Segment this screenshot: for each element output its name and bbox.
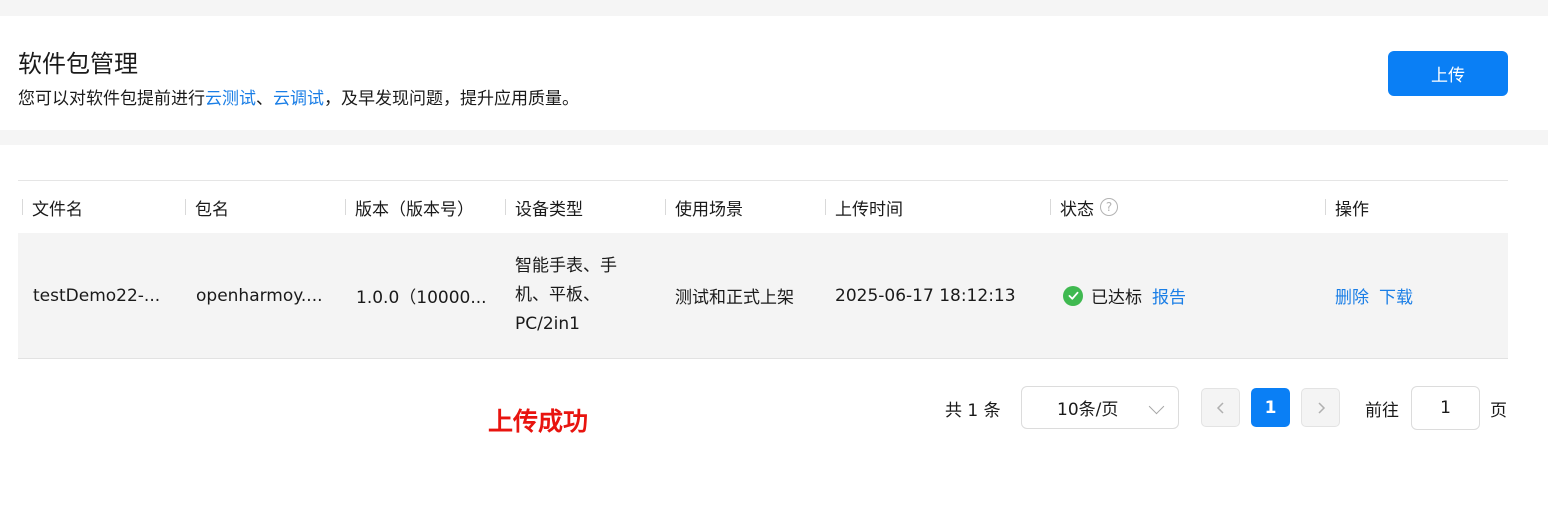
page-title: 软件包管理 <box>18 50 138 78</box>
chevron-left-icon <box>1216 401 1224 414</box>
page-size-value: 10条/页 <box>1057 400 1119 420</box>
delete-link[interactable]: 删除 <box>1335 283 1369 308</box>
goto-unit: 页 <box>1490 400 1507 421</box>
device-type-line: PC/2in1 <box>515 314 580 334</box>
cell-actions: 删除 下载 <box>1335 233 1413 358</box>
check-circle-icon <box>1063 285 1083 306</box>
cloud-test-link[interactable]: 云测试 <box>205 89 256 109</box>
upload-button[interactable]: 上传 <box>1388 51 1508 96</box>
top-background-strip <box>0 0 1548 16</box>
goto-label: 前往 <box>1365 400 1399 421</box>
cloud-debug-link[interactable]: 云调试 <box>273 89 324 109</box>
column-header-scenario: 使用场景 <box>665 181 743 233</box>
package-table: 文件名 包名 版本（版本号） 设备类型 使用场景 上传时间 状态? 操作 tes… <box>18 180 1508 359</box>
cell-file-name: testDemo22-... <box>33 285 161 306</box>
column-header-actions: 操作 <box>1325 181 1369 233</box>
download-link[interactable]: 下载 <box>1379 283 1413 308</box>
page-size-select[interactable]: 10条/页 <box>1021 386 1179 429</box>
report-link[interactable]: 报告 <box>1152 283 1186 308</box>
cell-version: 1.0.0（10000... <box>356 288 487 308</box>
subtitle-suffix: ，及早发现问题，提升应用质量。 <box>324 89 579 109</box>
column-header-device-type: 设备类型 <box>505 181 583 233</box>
pagination-total: 共 1 条 <box>945 400 1001 421</box>
column-header-upload-time: 上传时间 <box>825 181 903 233</box>
upload-success-message: 上传成功 <box>488 407 589 436</box>
chevron-right-icon <box>1317 401 1325 414</box>
device-type-line: 机、平板、 <box>515 285 600 305</box>
goto-page-input[interactable] <box>1411 386 1480 430</box>
cell-status: 已达标 报告 <box>1063 233 1186 358</box>
cell-upload-time: 2025-06-17 18:12:13 <box>835 285 1016 306</box>
column-header-status: 状态? <box>1050 181 1118 233</box>
chevron-down-icon <box>1148 398 1165 415</box>
column-header-file-name: 文件名 <box>22 181 83 233</box>
subtitle-separator: 、 <box>256 89 273 109</box>
cell-device-type: 智能手表、手 机、平板、 PC/2in1 <box>515 233 645 358</box>
device-type-line: 智能手表、手 <box>515 256 617 276</box>
status-text: 已达标 <box>1091 288 1142 308</box>
subtitle-prefix: 您可以对软件包提前进行 <box>18 89 205 109</box>
prev-page-button[interactable] <box>1201 388 1240 427</box>
column-header-package-name: 包名 <box>185 181 229 233</box>
question-circle-icon[interactable]: ? <box>1100 198 1118 216</box>
cell-scenario: 测试和正式上架 <box>675 288 794 308</box>
table-header: 文件名 包名 版本（版本号） 设备类型 使用场景 上传时间 状态? 操作 <box>18 180 1508 233</box>
cell-package-name: openharmoy.... <box>196 285 323 306</box>
column-header-version: 版本（版本号） <box>345 181 474 233</box>
page-number-button[interactable]: 1 <box>1251 388 1290 427</box>
section-divider <box>0 130 1548 145</box>
next-page-button[interactable] <box>1301 388 1340 427</box>
page-subtitle: 您可以对软件包提前进行云测试、云调试，及早发现问题，提升应用质量。 <box>18 84 579 109</box>
page-header <box>0 16 1548 130</box>
table-row: testDemo22-... openharmoy.... 1.0.0（1000… <box>18 233 1508 359</box>
